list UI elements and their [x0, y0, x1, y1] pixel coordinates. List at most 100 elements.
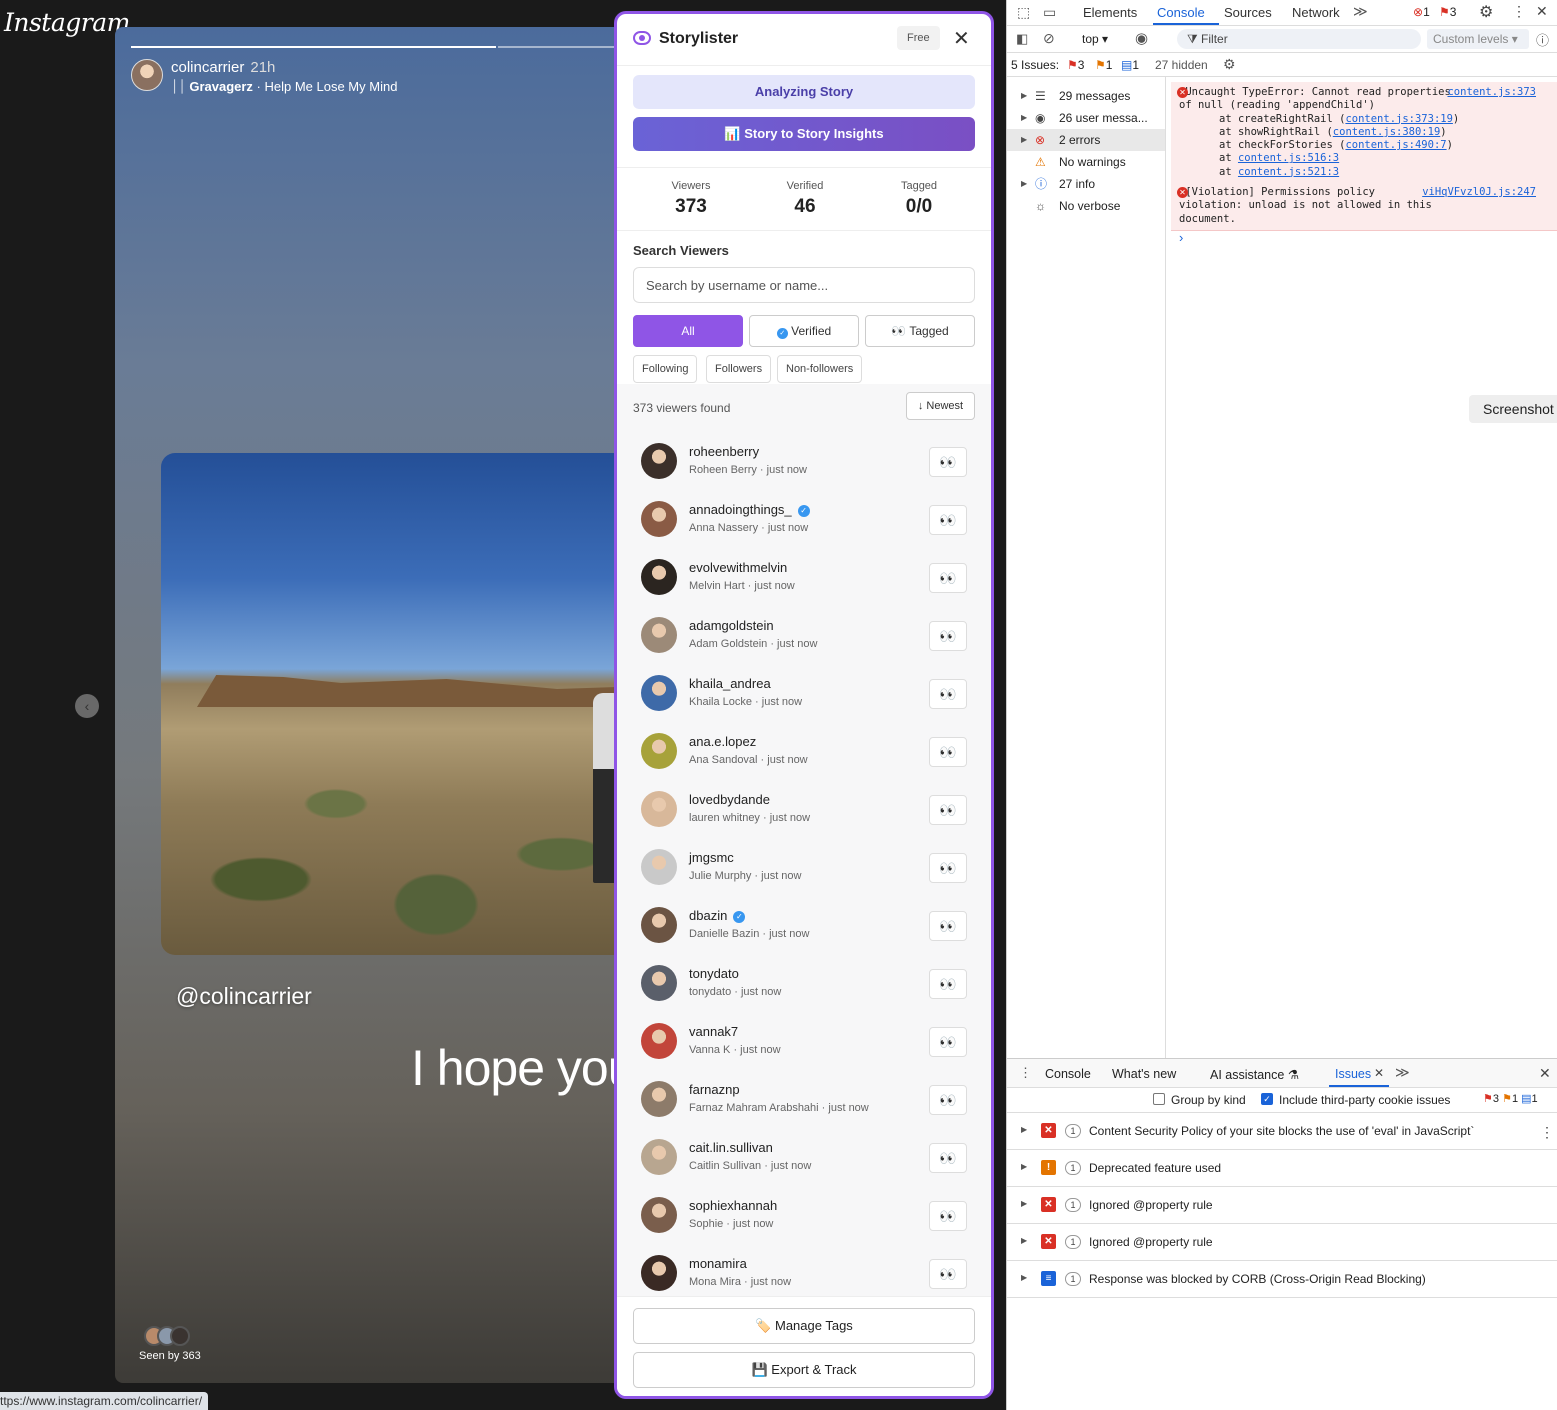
tag-eyes-button[interactable]: 👀 — [929, 853, 967, 883]
viewer-username[interactable]: monamira — [689, 1256, 747, 1271]
tab-sources[interactable]: Sources — [1224, 5, 1272, 20]
more-tabs-icon[interactable]: ≫ — [1353, 3, 1368, 20]
drawer-tab-whats-new[interactable]: What's new — [1112, 1067, 1176, 1081]
gear-icon[interactable]: ⚙ — [1223, 56, 1236, 73]
tab-network[interactable]: Network — [1292, 5, 1340, 20]
story-music[interactable]: ⏐⏐ Gravagerz · Help Me Lose My Mind — [171, 79, 397, 95]
expand-arrow-icon[interactable]: ▶ — [1021, 129, 1027, 151]
avatar[interactable] — [641, 1081, 677, 1117]
expand-arrow-icon[interactable]: ▶ — [1021, 1273, 1027, 1282]
avatar[interactable] — [641, 559, 677, 595]
close-drawer-icon[interactable]: ✕ — [1539, 1065, 1551, 1082]
close-tab-icon[interactable]: ✕ — [1374, 1066, 1384, 1080]
list-item[interactable]: tonydato tonydato · just now 👀 — [633, 955, 975, 1013]
story-insights-button[interactable]: 📊 Story to Story Insights — [633, 117, 975, 151]
source-link[interactable]: content.js:521:3 — [1238, 166, 1339, 178]
avatar[interactable] — [641, 617, 677, 653]
avatar[interactable] — [641, 733, 677, 769]
gear-icon[interactable]: ⚙ — [1479, 2, 1493, 22]
source-link[interactable]: viHqVFvzl0J.js:247 — [1422, 186, 1536, 199]
list-item[interactable]: khaila_andrea Khaila Locke · just now 👀 — [633, 665, 975, 723]
log-levels-select[interactable]: Custom levels ▾ — [1427, 29, 1529, 49]
avatar[interactable] — [641, 791, 677, 827]
filter-all-button[interactable]: All — [633, 315, 743, 347]
filter-tagged-button[interactable]: 👀 Tagged — [865, 315, 975, 347]
viewer-username[interactable]: annadoingthings_ ✓ — [689, 502, 810, 517]
avatar[interactable] — [641, 1255, 677, 1291]
viewer-username[interactable]: tonydato — [689, 966, 739, 981]
avatar[interactable] — [641, 1023, 677, 1059]
filter-verified-button[interactable]: ✓ Verified — [749, 315, 859, 347]
tag-eyes-button[interactable]: 👀 — [929, 737, 967, 767]
avatar[interactable] — [641, 849, 677, 885]
list-item[interactable]: lovedbydande lauren whitney · just now 👀 — [633, 781, 975, 839]
source-link[interactable]: content.js:380:19 — [1333, 126, 1440, 138]
sidebar-item[interactable]: ▶ ◉ 26 user messa... — [1007, 107, 1165, 129]
avatar[interactable] — [641, 965, 677, 1001]
seen-by-avatars[interactable] — [144, 1326, 194, 1346]
console-error-typeerror[interactable]: ✕ content.js:373 ▶Uncaught TypeError: Ca… — [1171, 82, 1557, 185]
list-item[interactable]: jmgsmc Julie Murphy · just now 👀 — [633, 839, 975, 897]
source-link[interactable]: content.js:373:19 — [1345, 113, 1452, 125]
context-select[interactable]: top ▾ — [1082, 32, 1108, 46]
avatar[interactable] — [641, 501, 677, 537]
manage-tags-button[interactable]: 🏷️ Manage Tags — [633, 1308, 975, 1344]
viewer-username[interactable]: evolvewithmelvin — [689, 560, 787, 575]
console-prompt[interactable]: › — [1179, 230, 1183, 245]
source-link[interactable]: content.js:516:3 — [1238, 152, 1339, 164]
error-count-badge[interactable]: ⊗1 — [1413, 5, 1430, 19]
viewer-username[interactable]: cait.lin.sullivan — [689, 1140, 773, 1155]
issue-row[interactable]: ▶! 1 Deprecated feature used — [1007, 1150, 1557, 1187]
expand-arrow-icon[interactable]: ▶ — [1021, 173, 1027, 195]
viewer-username[interactable]: vannak7 — [689, 1024, 738, 1039]
avatar[interactable] — [641, 675, 677, 711]
viewer-username[interactable]: dbazin ✓ — [689, 908, 746, 923]
device-toggle-icon[interactable]: ▭ — [1043, 4, 1056, 21]
third-party-checkbox[interactable]: ✓ — [1261, 1093, 1273, 1105]
close-icon[interactable]: ✕ — [953, 26, 970, 51]
tab-console[interactable]: Console — [1157, 5, 1205, 20]
sidebar-item[interactable]: ☼ No verbose — [1007, 195, 1165, 217]
tag-eyes-button[interactable]: 👀 — [929, 679, 967, 709]
inspect-icon[interactable]: ⬚ — [1017, 4, 1030, 21]
seen-by-count[interactable]: Seen by 363 — [139, 1350, 201, 1362]
sidebar-item[interactable]: ▶ ☰ 29 messages — [1007, 85, 1165, 107]
story-username[interactable]: colincarrier — [171, 59, 244, 76]
list-item[interactable]: vannak7 Vanna K · just now 👀 — [633, 1013, 975, 1071]
issues-bar[interactable]: 5 Issues: ⚑3 ⚑1 ▤1 27 hidden ⚙ — [1007, 53, 1557, 77]
list-item[interactable]: annadoingthings_ ✓ Anna Nassery · just now… — [633, 491, 975, 549]
tag-eyes-button[interactable]: 👀 — [929, 1201, 967, 1231]
avatar[interactable] — [641, 443, 677, 479]
plan-badge[interactable]: Free — [897, 26, 940, 50]
tag-eyes-button[interactable]: 👀 — [929, 505, 967, 535]
drawer-tab-issues[interactable]: Issues — [1335, 1067, 1371, 1081]
expand-arrow-icon[interactable]: ▶ — [1021, 1236, 1027, 1245]
viewer-username[interactable]: jmgsmc — [689, 850, 734, 865]
console-error-violation[interactable]: ✕ viHqVFvzl0J.js:247 ▶[Violation] Permis… — [1171, 182, 1557, 231]
sidebar-toggle-icon[interactable]: ◧ — [1016, 31, 1028, 47]
issue-row[interactable]: ▶ ≡ 1 Response was blocked by CORB (Cross-O… — [1007, 1261, 1557, 1298]
more-tabs-icon[interactable]: ≫ — [1395, 1064, 1410, 1081]
issue-row[interactable]: ▶ ✕ 1 Ignored @property rule — [1007, 1187, 1557, 1224]
filter-following-button[interactable]: Following — [633, 355, 698, 383]
tag-eyes-button[interactable]: 👀 — [929, 621, 967, 651]
tag-eyes-button[interactable]: 👀 — [929, 563, 967, 593]
viewer-username[interactable]: sophiexhannah — [689, 1198, 777, 1213]
clear-console-icon[interactable]: ⊘ — [1043, 30, 1055, 47]
chevron-left-icon[interactable]: ‹ — [75, 694, 99, 718]
drawer-menu-icon[interactable]: ⋮ — [1019, 1065, 1032, 1081]
kebab-menu-icon[interactable]: ⋮ — [1512, 3, 1526, 20]
list-item[interactable]: adamgoldstein Adam Goldstein · just now 👀 — [633, 607, 975, 665]
tab-elements[interactable]: Elements — [1083, 5, 1137, 20]
issues-warning-count[interactable]: ⚑1 — [1095, 58, 1112, 72]
tag-eyes-button[interactable]: 👀 — [929, 1143, 967, 1173]
sort-newest-button[interactable]: ↓ Newest — [906, 392, 975, 420]
list-item[interactable]: sophiexhannah Sophie · just now 👀 — [633, 1187, 975, 1245]
viewer-username[interactable]: khaila_andrea — [689, 676, 771, 691]
expand-arrow-icon[interactable]: ▶ — [1021, 1199, 1027, 1208]
group-by-kind-checkbox[interactable] — [1153, 1093, 1165, 1105]
issues-error-count[interactable]: ⚑3 — [1067, 58, 1084, 72]
expand-arrow-icon[interactable]: ▶ — [1021, 85, 1027, 107]
viewer-username[interactable]: adamgoldstein — [689, 618, 774, 633]
viewer-username[interactable]: roheenberry — [689, 444, 759, 459]
